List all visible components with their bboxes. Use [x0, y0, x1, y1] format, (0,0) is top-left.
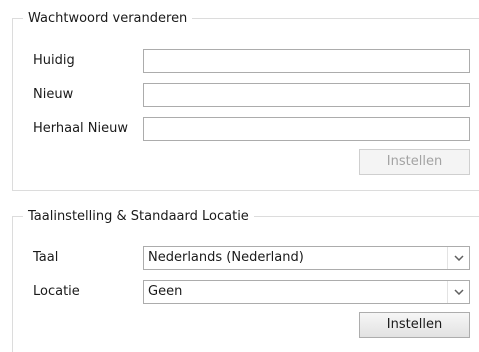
repeat-password-label: Herhaal Nieuw — [33, 121, 129, 136]
language-location-title: Taalinstelling & Standaard Locatie — [23, 208, 254, 225]
new-password-label: Nieuw — [33, 87, 74, 102]
set-password-button[interactable]: Instellen — [359, 149, 470, 175]
change-password-title: Wachtwoord veranderen — [23, 10, 193, 27]
current-password-input[interactable] — [143, 49, 470, 73]
language-label: Taal — [33, 250, 59, 265]
repeat-password-input[interactable] — [143, 117, 470, 141]
location-select-value: Geen — [148, 284, 183, 299]
current-password-label: Huidig — [33, 53, 75, 68]
chevron-down-icon[interactable] — [447, 281, 469, 303]
location-select[interactable]: Geen — [143, 280, 470, 304]
location-label: Locatie — [33, 284, 80, 299]
language-location-group: Taalinstelling & Standaard Locatie Taal … — [12, 208, 479, 352]
chevron-down-icon[interactable] — [447, 247, 469, 269]
settings-panel: Wachtwoord veranderen Huidig Nieuw Herha… — [0, 0, 479, 352]
new-password-input[interactable] — [143, 83, 470, 107]
language-select[interactable]: Nederlands (Nederland) — [143, 246, 470, 270]
language-select-value: Nederlands (Nederland) — [148, 250, 304, 265]
set-language-button[interactable]: Instellen — [359, 312, 470, 338]
change-password-group: Wachtwoord veranderen Huidig Nieuw Herha… — [12, 10, 479, 191]
